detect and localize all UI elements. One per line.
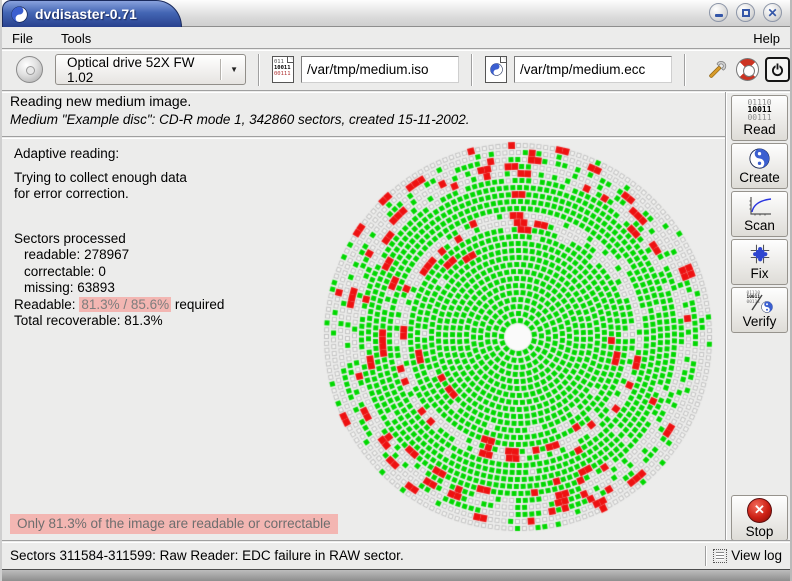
toolbar-separator: [258, 53, 260, 86]
drive-select[interactable]: Optical drive 52X FW 1.02 ▼: [55, 54, 246, 85]
sidebar-separator: [725, 92, 727, 540]
total-recoverable-row: Total recoverable: 81.3%: [14, 313, 163, 328]
missing-label: missing:: [24, 280, 74, 295]
readable-label: readable:: [24, 247, 81, 262]
verify-compare-icon: 01110 10011 00111: [747, 291, 773, 313]
optical-disc-icon: [16, 56, 43, 83]
toolbar-separator-line: [2, 90, 790, 92]
stop-button[interactable]: ✕ Stop: [731, 495, 788, 541]
read-binary-icon: 01110 10011 00111: [747, 99, 771, 122]
wrench-icon: [709, 60, 727, 78]
chevron-down-icon: ▼: [230, 65, 238, 74]
verify-button-label: Verify: [742, 313, 777, 329]
read-button-label: Read: [743, 122, 776, 138]
status-action: Reading new medium image.: [10, 93, 192, 109]
status-bar: Sectors 311584-311599: Raw Reader: EDC f…: [2, 542, 790, 569]
ecc-path-input[interactable]: [514, 56, 672, 83]
window-title: dvdisaster-0.71: [35, 6, 137, 22]
status-heading: Reading new medium image. Medium "Exampl…: [10, 93, 710, 127]
drive-select-value: Optical drive 52X FW 1.02: [67, 54, 195, 85]
menu-bar: File Tools Help: [2, 28, 790, 48]
status-medium-info: Medium "Example disc": CD-R mode 1, 3428…: [10, 112, 470, 127]
window-resize-edge[interactable]: [2, 569, 790, 581]
power-icon: [765, 57, 790, 82]
title-tab: dvdisaster-0.71: [2, 0, 182, 27]
app-logo-yinyang-icon: [11, 5, 28, 23]
read-button[interactable]: 01110 10011 00111 Read: [731, 95, 788, 141]
app-window: dvdisaster-0.71 ✕ File Tools Help Optica…: [0, 0, 792, 581]
read-icon-line: 00111: [747, 112, 772, 122]
close-button[interactable]: ✕: [763, 3, 782, 22]
puzzle-piece-icon: [750, 244, 769, 264]
create-yinyang-icon: [749, 147, 770, 169]
log-list-icon: [713, 548, 728, 563]
iso-file-icon: 011 10011 00111: [272, 56, 294, 83]
create-button-label: Create: [739, 169, 780, 185]
statusbar-divider: [705, 545, 708, 566]
verify-yinyang-icon: [760, 300, 773, 313]
create-button[interactable]: Create: [731, 143, 788, 189]
readable-highlight: 81.3% / 85.6%: [79, 296, 172, 312]
correctable-value: 0: [98, 263, 106, 279]
preferences-button[interactable]: [704, 57, 730, 83]
iso-path-input[interactable]: [301, 56, 459, 83]
disc-sector-spiral: [318, 137, 718, 537]
verify-button[interactable]: 01110 10011 00111 Verify: [731, 287, 788, 333]
title-bar: dvdisaster-0.71 ✕: [2, 0, 790, 27]
mode-label: Adaptive reading:: [14, 146, 120, 161]
minimize-icon: [714, 14, 723, 17]
missing-value: 63893: [77, 280, 115, 295]
ecc-yinyang-icon: [489, 63, 503, 76]
scan-button-label: Scan: [744, 217, 775, 233]
readable-percent-row: Readable: 81.3% / 85.6% required: [14, 296, 304, 314]
menu-file[interactable]: File: [10, 30, 35, 47]
minimize-button[interactable]: [709, 3, 728, 22]
sectors-header: Sectors processed: [14, 230, 126, 246]
toolbar: Optical drive 52X FW 1.02 ▼ 011 10011 00…: [2, 50, 790, 89]
view-log-button[interactable]: View log: [731, 548, 782, 563]
help-button[interactable]: [736, 58, 759, 81]
readability-warning: Only 81.3% of the image are readable or …: [10, 514, 338, 534]
toolbar-separator: [471, 53, 473, 86]
maximize-icon: [741, 8, 750, 17]
correctable-label: correctable:: [24, 263, 95, 279]
readable-value: 278967: [84, 247, 130, 262]
readable-prefix: Readable:: [14, 296, 76, 312]
readable-row: readable: 278967: [14, 247, 304, 264]
statusbar-message: Sectors 311584-311599: Raw Reader: EDC f…: [10, 548, 404, 563]
quit-button[interactable]: [765, 57, 790, 82]
mode-desc-line1: Trying to collect enough data: [14, 169, 187, 185]
fix-button[interactable]: Fix: [731, 239, 788, 285]
scan-curve-icon: [749, 196, 771, 215]
toolbar-separator: [684, 53, 686, 86]
fix-button-label: Fix: [750, 266, 769, 281]
combo-separator: [220, 59, 222, 80]
menu-tools[interactable]: Tools: [59, 30, 93, 47]
stop-button-label: Stop: [745, 523, 774, 539]
reading-info-panel: Adaptive reading: Trying to collect enou…: [14, 146, 304, 330]
correctable-row: correctable: 0: [14, 264, 304, 281]
menu-help[interactable]: Help: [751, 30, 782, 47]
mode-desc-line2: for error correction.: [14, 186, 129, 201]
maximize-button[interactable]: [736, 3, 755, 22]
readable-suffix: required: [174, 296, 225, 312]
scan-button[interactable]: Scan: [731, 191, 788, 237]
lifesaver-icon: [736, 58, 759, 81]
iso-icon-line: 00111: [274, 71, 291, 77]
missing-row: missing: 63893: [14, 280, 304, 297]
close-icon: ✕: [767, 5, 778, 20]
stop-icon: ✕: [747, 497, 772, 523]
ecc-file-icon: [485, 56, 507, 83]
